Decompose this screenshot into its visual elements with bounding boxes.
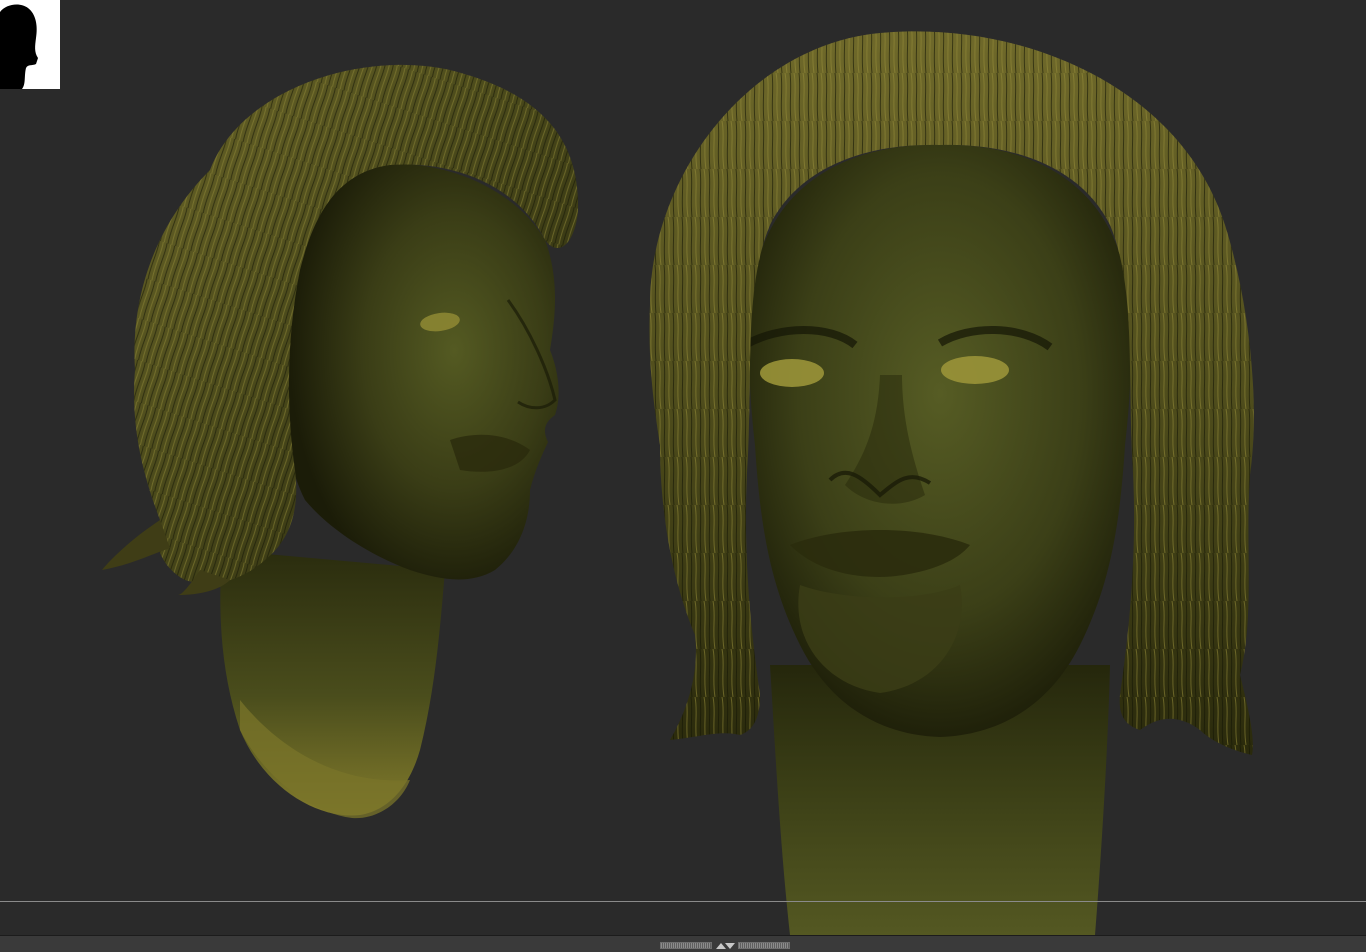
head-sculpt-front[interactable] [640, 25, 1270, 935]
navigation-thumbnail[interactable] [0, 0, 60, 89]
expand-collapse-arrows-icon[interactable] [712, 941, 738, 950]
tray-grip-right[interactable] [738, 942, 790, 949]
canvas-divider-line [0, 901, 1366, 902]
tray-grip-left[interactable] [660, 942, 712, 949]
bottom-tray-toggle[interactable] [660, 941, 790, 950]
document-viewport[interactable] [0, 0, 1366, 935]
head-silhouette-icon [0, 4, 38, 89]
head-sculpt-three-quarter[interactable] [90, 50, 590, 830]
